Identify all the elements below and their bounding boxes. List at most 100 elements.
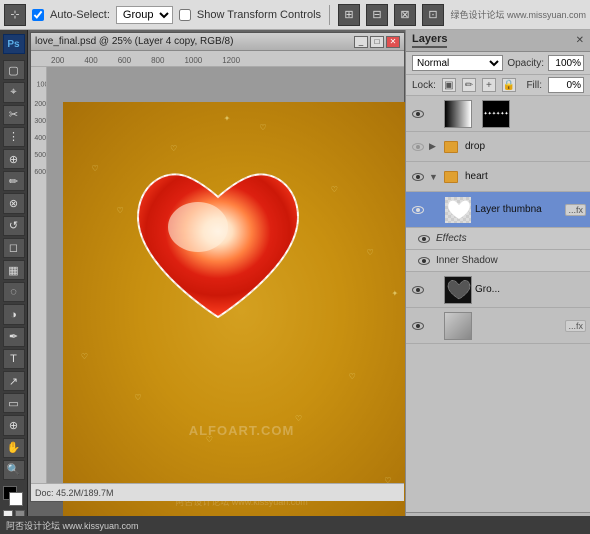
window-buttons: _ □ ✕	[354, 36, 400, 48]
ruler-mark-400: 400	[84, 56, 97, 65]
visibility-eye-gro[interactable]	[410, 282, 426, 298]
inner-shadow-effect: Inner Shadow	[406, 250, 590, 272]
inner-shadow-name: Inner Shadow	[436, 255, 498, 266]
visibility-eye-effects[interactable]	[416, 231, 432, 247]
visibility-eye-hands[interactable]	[410, 318, 426, 334]
hand-tool[interactable]: ✋	[3, 438, 25, 458]
ruler-mark-1200: 1200	[222, 56, 240, 65]
ruler-mark-200: 200	[51, 56, 64, 65]
heart-shape-container	[118, 157, 318, 347]
layer-fx-hands: ...fx	[565, 320, 586, 332]
lock-all-button[interactable]: 🔒	[502, 78, 516, 92]
ruler-left: 100 200 300 400 500 600	[31, 67, 47, 483]
show-transform-label: Show Transform Controls	[197, 9, 321, 21]
blend-mode-select[interactable]: Normal	[412, 55, 503, 71]
document-titlebar: love_final.psd @ 25% (Layer 4 copy, RGB/…	[31, 33, 404, 51]
layer-thumb-gro	[444, 276, 472, 304]
sparkle-3: ♡	[170, 144, 177, 153]
lock-row: Lock: ▣ ✏ + 🔒 Fill: 0%	[406, 75, 590, 96]
history-tool[interactable]: ↺	[3, 216, 25, 236]
visibility-eye-heart[interactable]	[410, 169, 426, 185]
opacity-label: Opacity:	[507, 58, 544, 69]
align-icon-1[interactable]: ⊞	[338, 4, 360, 26]
align-icon-4[interactable]: ⊡	[422, 4, 444, 26]
layer-mask-gradient: ✦✦✦✦✦✦✦✦	[482, 100, 510, 128]
show-transform-checkbox[interactable]	[179, 9, 191, 21]
document-status-text: Doc: 45.2M/189.7M	[35, 488, 114, 498]
layer-thumb-layer4	[444, 196, 472, 224]
visibility-eye-layer4[interactable]	[410, 202, 426, 218]
layers-close-button[interactable]: ✕	[576, 35, 584, 46]
layer-item-layer4copy[interactable]: Layer thumbna ...fx	[406, 192, 590, 228]
minimize-button[interactable]: _	[354, 36, 368, 48]
sparkle-6: ♡	[366, 248, 373, 257]
expand-drop[interactable]: ▶	[429, 141, 441, 152]
text-tool[interactable]: T	[3, 349, 25, 369]
ps-bottom-bar: 阿否设计论坛 www.kissyuan.com	[0, 516, 590, 534]
layer-thumb-hands	[444, 312, 472, 340]
sparkle-4: ♡	[259, 123, 266, 132]
sparkle-10: ♡	[295, 414, 302, 423]
ruler-mark-800: 800	[151, 56, 164, 65]
visibility-eye-inner-shadow[interactable]	[416, 253, 432, 269]
lasso-tool[interactable]: ⌖	[3, 82, 25, 102]
brush-tool[interactable]: ✏	[3, 171, 25, 191]
clone-tool[interactable]: ⊗	[3, 193, 25, 213]
layer-name-heart: heart	[465, 171, 586, 182]
layer-item-gradient-map[interactable]: ✦✦✦✦✦✦✦✦	[406, 96, 590, 132]
layers-panel: Layers ✕ Normal Opacity: 100% Lock: ▣ ✏ …	[405, 30, 590, 534]
align-icon-3[interactable]: ⊠	[394, 4, 416, 26]
align-icon-2[interactable]: ⊟	[366, 4, 388, 26]
layer-list: ✦✦✦✦✦✦✦✦ ▶ drop ▼ heart	[406, 96, 590, 512]
sparkle-5: ♡	[331, 185, 338, 194]
opacity-input[interactable]: 100%	[548, 55, 584, 71]
canvas-area: love_final.psd @ 25% (Layer 4 copy, RGB/…	[28, 30, 405, 534]
lock-pixels-button[interactable]: ▣	[442, 78, 456, 92]
expand-heart[interactable]: ▼	[429, 172, 441, 182]
sparkle-14: ✦	[224, 114, 231, 123]
healing-tool[interactable]: ⊕	[3, 149, 25, 169]
close-button[interactable]: ✕	[386, 36, 400, 48]
maximize-button[interactable]: □	[370, 36, 384, 48]
visibility-eye-drop[interactable]	[410, 139, 426, 155]
eraser-tool[interactable]: ◻	[3, 238, 25, 258]
move-tool-icon[interactable]: ⊹	[4, 4, 26, 26]
layer-item-drop[interactable]: ▶ drop	[406, 132, 590, 162]
folder-icon-drop	[444, 141, 458, 153]
layer-fx-layer4: ...fx	[565, 204, 586, 216]
pen-tool[interactable]: ✒	[3, 327, 25, 347]
layer-item-gro[interactable]: Gro...	[406, 272, 590, 308]
lock-move-button[interactable]: +	[482, 78, 496, 92]
lock-label: Lock:	[412, 80, 436, 91]
logo-text: 绿色设计论坛 www.missyuan.com	[450, 8, 586, 21]
auto-select-checkbox[interactable]	[32, 9, 44, 21]
path-tool[interactable]: ↗	[3, 371, 25, 391]
canvas-image[interactable]: ♡ ♡ ♡ ♡ ♡ ♡ ♡ ♡ ♡ ♡ ♡ ♡ ✦ ✦	[63, 102, 405, 518]
3d-tool[interactable]: ⊕	[3, 415, 25, 435]
ruler-mark-1000: 1000	[184, 56, 202, 65]
top-toolbar: ⊹ Auto-Select: Group Show Transform Cont…	[0, 0, 590, 30]
gradient-tool[interactable]: ▦	[3, 260, 25, 280]
layer-item-heart[interactable]: ▼ heart	[406, 162, 590, 192]
main-area: Ps ▢ ⌖ ✂ ⋮ ⊕ ✏ ⊗ ↺ ◻ ▦ ◌ ◑ ✒ T ↗ ▭ ⊕ ✋ 🔍…	[0, 30, 590, 534]
watermark: ALFOART.COM	[189, 423, 295, 438]
foreground-color[interactable]	[3, 486, 25, 506]
layer-item-hands[interactable]: ...fx	[406, 308, 590, 344]
layers-tab[interactable]: Layers	[412, 33, 447, 48]
lock-paint-button[interactable]: ✏	[462, 78, 476, 92]
sparkle-7: ♡	[81, 352, 88, 361]
auto-select-dropdown[interactable]: Group	[116, 6, 173, 24]
separator-1	[329, 5, 330, 25]
visibility-eye-gradient[interactable]	[410, 106, 426, 122]
eyedropper-tool[interactable]: ⋮	[3, 127, 25, 147]
dodge-tool[interactable]: ◑	[3, 304, 25, 324]
zoom-tool[interactable]: 🔍	[3, 460, 25, 480]
crop-tool[interactable]: ✂	[3, 105, 25, 125]
fill-input[interactable]: 0%	[548, 77, 584, 93]
ps-bottom-text: 阿否设计论坛 www.kissyuan.com	[6, 519, 139, 532]
blend-mode-row: Normal Opacity: 100%	[406, 52, 590, 75]
folder-icon-heart	[444, 171, 458, 183]
shape-tool[interactable]: ▭	[3, 393, 25, 413]
selection-tool[interactable]: ▢	[3, 60, 25, 80]
blur-tool[interactable]: ◌	[3, 282, 25, 302]
